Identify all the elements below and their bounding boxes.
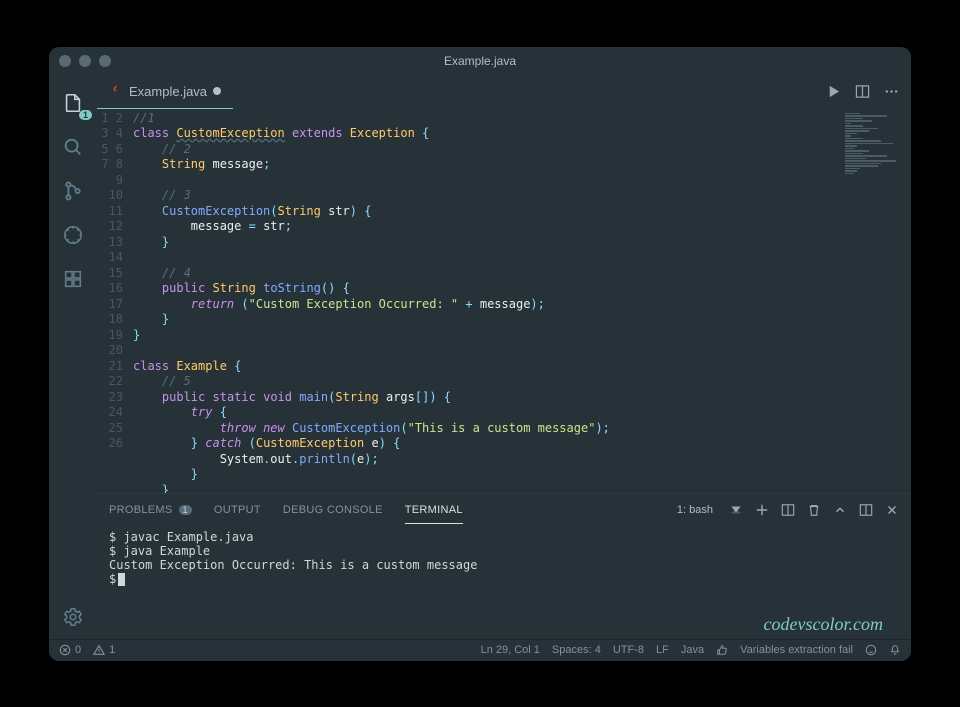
search-icon[interactable] — [49, 125, 97, 169]
status-message[interactable]: Variables extraction fail — [740, 644, 853, 656]
editor-window: Example.java 1 — [49, 47, 911, 661]
editor-body[interactable]: 1 2 3 4 5 6 7 8 9 10 11 12 13 14 15 16 1… — [97, 109, 911, 493]
source-control-icon[interactable] — [49, 169, 97, 213]
debug-icon[interactable] — [49, 213, 97, 257]
tab-row: Example.java — [97, 75, 911, 109]
kill-terminal-icon[interactable] — [807, 503, 821, 517]
terminal-line: $ java Example — [109, 544, 899, 558]
thumbs-up-icon[interactable] — [716, 644, 728, 656]
panel-tabs: PROBLEMS1 OUTPUT DEBUG CONSOLE TERMINAL … — [97, 494, 911, 526]
terminal-line: Custom Exception Occurred: This is a cus… — [109, 558, 899, 572]
tab-output[interactable]: OUTPUT — [214, 504, 261, 516]
activity-bar: 1 — [49, 75, 97, 639]
tab-example-java[interactable]: Example.java — [97, 75, 233, 109]
error-icon — [59, 644, 71, 656]
maximize-panel-icon[interactable] — [859, 503, 873, 517]
new-terminal-icon[interactable] — [755, 503, 769, 517]
minimap[interactable] — [845, 113, 905, 193]
split-terminal-icon[interactable] — [781, 503, 795, 517]
line-gutter: 1 2 3 4 5 6 7 8 9 10 11 12 13 14 15 16 1… — [97, 109, 133, 493]
status-spaces[interactable]: Spaces: 4 — [552, 644, 601, 656]
close-panel-icon[interactable] — [885, 503, 899, 517]
status-eol[interactable]: LF — [656, 644, 669, 656]
terminal-cursor — [118, 573, 125, 586]
settings-gear-icon[interactable] — [49, 595, 97, 639]
terminal-dropdown-icon[interactable] — [729, 503, 743, 517]
code-area[interactable]: //1 class CustomException extends Except… — [133, 109, 911, 493]
warning-icon — [93, 644, 105, 656]
explorer-icon[interactable]: 1 — [49, 81, 97, 125]
java-file-icon — [109, 84, 123, 98]
extensions-icon[interactable] — [49, 257, 97, 301]
feedback-icon[interactable] — [865, 644, 877, 656]
editor-group: Example.java 1 2 3 4 5 6 7 8 9 10 11 12 … — [97, 75, 911, 639]
run-icon[interactable] — [826, 84, 841, 99]
terminal-line: $ javac Example.java — [109, 530, 899, 544]
titlebar: Example.java — [49, 47, 911, 75]
more-actions-icon[interactable] — [884, 84, 899, 99]
split-editor-icon[interactable] — [855, 84, 870, 99]
status-encoding[interactable]: UTF-8 — [613, 644, 644, 656]
explorer-badge: 1 — [79, 110, 92, 120]
main-area: 1 Example.java — [49, 75, 911, 639]
chevron-up-icon[interactable] — [833, 503, 847, 517]
status-warnings[interactable]: 1 — [93, 644, 115, 656]
bell-icon[interactable] — [889, 644, 901, 656]
modified-dot-icon — [213, 87, 221, 95]
status-language[interactable]: Java — [681, 644, 704, 656]
bottom-panel: PROBLEMS1 OUTPUT DEBUG CONSOLE TERMINAL … — [97, 493, 911, 639]
status-bar: 0 1 Ln 29, Col 1 Spaces: 4 UTF-8 LF Java… — [49, 639, 911, 661]
watermark: codevscolor.com — [764, 617, 883, 631]
tab-terminal[interactable]: TERMINAL — [405, 504, 463, 516]
status-errors[interactable]: 0 — [59, 644, 81, 656]
tab-label: Example.java — [129, 84, 207, 99]
terminal-selector[interactable]: 1: bash — [677, 504, 713, 516]
terminal-line: $ — [109, 572, 899, 586]
tab-problems[interactable]: PROBLEMS1 — [109, 504, 192, 516]
tab-debug-console[interactable]: DEBUG CONSOLE — [283, 504, 383, 516]
window-title: Example.java — [49, 54, 911, 68]
terminal-body[interactable]: $ javac Example.java$ java ExampleCustom… — [97, 526, 911, 639]
status-cursor[interactable]: Ln 29, Col 1 — [481, 644, 540, 656]
editor-actions — [826, 75, 911, 109]
